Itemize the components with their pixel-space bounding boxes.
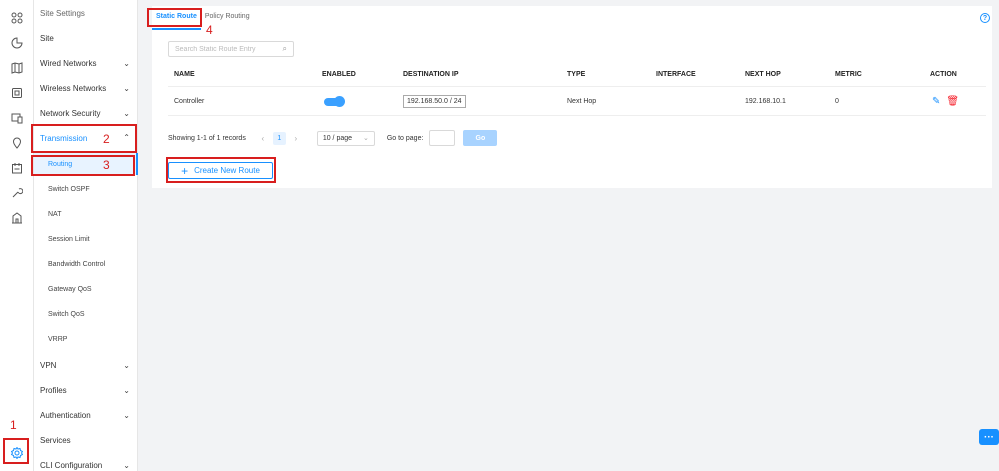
devices-icon[interactable]: [10, 86, 24, 100]
sidebar-item-switch-ospf[interactable]: Switch OSPF: [34, 178, 138, 200]
sidebar-item-switch-qos[interactable]: Switch QoS: [34, 303, 138, 325]
chevron-down-icon: ⌄: [123, 361, 130, 370]
highlight-box-create: [166, 157, 276, 183]
page-size-select[interactable]: 10 / page ⌄: [316, 130, 375, 146]
sidebar-item-nat[interactable]: NAT: [34, 203, 138, 225]
route-name: Controller: [174, 98, 205, 105]
sidebar-item-label: Authentication: [40, 410, 91, 420]
search-icon[interactable]: ⌕: [283, 44, 287, 54]
goto-page-input[interactable]: [429, 130, 456, 146]
go-button[interactable]: Go: [463, 130, 498, 146]
sidebar-item-label: Network Security: [40, 108, 101, 118]
sidebar-item-site-settings: Site Settings: [40, 8, 85, 18]
table-row: Controller 192.168.50.0 / 24 Next Hop 19…: [168, 88, 986, 116]
sidebar-item-services[interactable]: Services: [34, 429, 138, 451]
chevron-down-icon: ⌄: [123, 59, 130, 68]
chevron-down-icon: ⌄: [123, 411, 130, 420]
sidebar-item-cli-configuration[interactable]: CLI Configuration ⌄: [34, 454, 138, 471]
chevron-down-icon: ⌄: [123, 84, 130, 93]
column-header-next-hop: NEXT HOP: [745, 71, 781, 78]
sidebar-item-label: VPN: [40, 360, 57, 370]
table-header: NAME ENABLED DESTINATION IP TYPE INTERFA…: [168, 63, 986, 87]
chevron-down-icon: ⌄: [123, 461, 130, 470]
chat-icon[interactable]: ···: [979, 429, 999, 445]
sidebar-item-site[interactable]: Site: [34, 27, 138, 49]
column-header-destination-ip: DESTINATION IP: [403, 71, 459, 78]
delete-icon[interactable]: 🗑: [946, 96, 959, 107]
row-actions: ✎ 🗑: [932, 88, 959, 115]
sidebar-item-network-security[interactable]: Network Security ⌄: [34, 102, 138, 124]
sidebar-item-label: Wired Networks: [40, 58, 97, 68]
statistics-icon[interactable]: [10, 36, 24, 50]
settings-sidebar: Site Settings Site Wired Networks ⌄ Wire…: [34, 0, 138, 471]
highlight-box-3: [31, 155, 135, 176]
prev-page-icon[interactable]: ‹: [256, 131, 270, 145]
annotation-number-1: 1: [10, 418, 17, 432]
annotation-number-2: 2: [103, 132, 110, 146]
destination-ip: 192.168.50.0 / 24: [403, 95, 466, 108]
goto-label: Go to page:: [386, 134, 424, 142]
route-next-hop: 192.168.10.1: [745, 98, 786, 105]
sidebar-item-label: Wireless Networks: [40, 83, 107, 93]
logs-icon[interactable]: [10, 161, 24, 175]
chevron-down-icon: ⌄: [362, 135, 369, 142]
sidebar-item-wireless-networks[interactable]: Wireless Networks ⌄: [34, 77, 138, 99]
column-header-name[interactable]: NAME: [174, 63, 195, 86]
help-icon[interactable]: ?: [980, 13, 990, 23]
sidebar-item-bandwidth-control[interactable]: Bandwidth Control: [34, 253, 138, 275]
dashboard-icon[interactable]: [10, 11, 24, 25]
search-field[interactable]: ⌕: [168, 41, 294, 57]
edit-icon[interactable]: ✎: [932, 96, 940, 107]
chevron-down-icon: ⌄: [123, 109, 130, 118]
column-header-action: ACTION: [930, 71, 957, 78]
pagination: Showing 1-1 of 1 records ‹ 1 › 10 / page…: [168, 130, 498, 146]
highlight-box-1: [3, 438, 29, 464]
sidebar-item-vpn[interactable]: VPN ⌄: [34, 354, 138, 376]
route-type: Next Hop: [567, 98, 597, 105]
tools-icon[interactable]: [10, 186, 24, 200]
chevron-down-icon: ⌄: [123, 386, 130, 395]
column-header-type: TYPE: [567, 71, 586, 78]
column-header-interface: INTERFACE: [656, 71, 696, 78]
sidebar-item-wired-networks[interactable]: Wired Networks ⌄: [34, 52, 138, 74]
search-input[interactable]: [175, 45, 283, 53]
enabled-toggle[interactable]: [324, 95, 345, 107]
sidebar-item-label: CLI Configuration: [40, 460, 103, 470]
clients-icon[interactable]: [10, 111, 24, 125]
map-icon[interactable]: [10, 61, 24, 75]
enabled-toggle-cell: [324, 88, 345, 115]
sidebar-item-authentication[interactable]: Authentication ⌄: [34, 404, 138, 426]
highlight-box-2: [31, 124, 137, 153]
sidebar-item-vrrp[interactable]: VRRP: [34, 328, 138, 350]
page-number[interactable]: 1: [272, 131, 286, 145]
next-page-icon[interactable]: ›: [289, 131, 303, 145]
destination-ip-cell: 192.168.50.0 / 24: [403, 88, 466, 115]
sidebar-item-label: Profiles: [40, 385, 67, 395]
sidebar-item-session-limit[interactable]: Session Limit: [34, 228, 138, 250]
route-metric: 0: [835, 98, 839, 105]
sidebar-item-profiles[interactable]: Profiles ⌄: [34, 379, 138, 401]
insight-icon[interactable]: [10, 136, 24, 150]
sidebar-item-gateway-qos[interactable]: Gateway QoS: [34, 278, 138, 300]
highlight-box-4: [147, 8, 202, 27]
column-header-metric: METRIC: [835, 71, 862, 78]
column-header-enabled: ENABLED: [322, 71, 356, 78]
page-size-value: 10 / page: [322, 134, 353, 142]
icon-bar: [0, 0, 34, 471]
records-summary: Showing 1-1 of 1 records: [168, 134, 246, 142]
annotation-number-4: 4: [206, 23, 213, 37]
annotation-number-3: 3: [103, 158, 110, 172]
reports-icon[interactable]: [10, 211, 24, 225]
